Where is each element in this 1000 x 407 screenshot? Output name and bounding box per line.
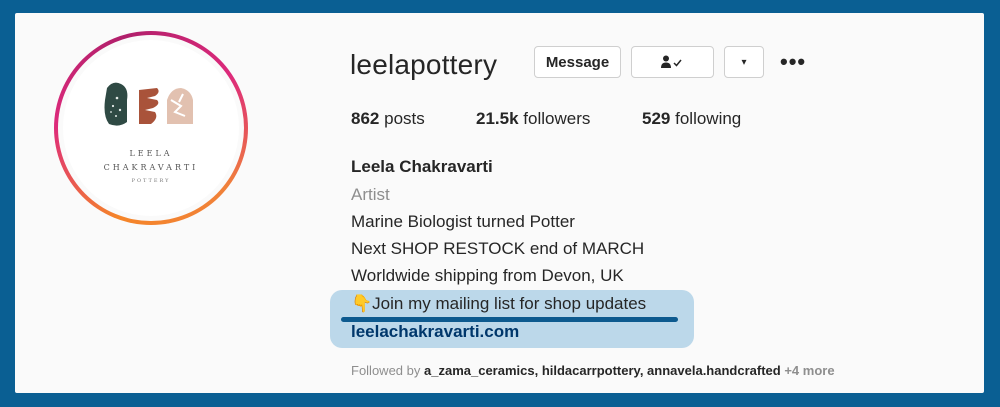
followed-by-more: +4 more xyxy=(784,363,835,378)
chevron-down-icon: ▾ xyxy=(741,56,747,68)
bio-category: Artist xyxy=(351,185,390,204)
logo-text-line1: LEELA xyxy=(129,149,173,158)
profile-username: leelapottery xyxy=(350,49,498,80)
posts-stat: 862 posts xyxy=(351,109,425,129)
suggestions-dropdown-button[interactable]: ▾ xyxy=(724,46,764,78)
profile-avatar[interactable]: LEELA CHAKRAVARTI POTTERY xyxy=(54,31,248,225)
person-check-icon xyxy=(660,55,682,68)
followed-by-names: a_zama_ceramics, hildacarrpottery, annav… xyxy=(424,363,781,378)
more-options-icon[interactable]: ••• xyxy=(780,49,806,75)
followers-count: 21.5k xyxy=(476,109,519,128)
followers-stat[interactable]: 21.5k followers xyxy=(476,109,590,129)
bio-line: Next SHOP RESTOCK end of MARCH xyxy=(351,239,645,258)
posts-label: posts xyxy=(384,109,425,128)
bio-website-link[interactable]: leelachakravarti.com xyxy=(351,322,519,342)
following-stat[interactable]: 529 following xyxy=(642,109,741,129)
followed-by-prefix: Followed by xyxy=(351,363,421,378)
logo-text-line2: CHAKRAVARTI xyxy=(103,163,199,172)
pottery-logo-icon xyxy=(104,82,193,126)
bio-full-name: Leela Chakravarti xyxy=(351,157,493,176)
followers-label: followers xyxy=(523,109,591,128)
bio-line: Marine Biologist turned Potter xyxy=(351,212,575,231)
message-button[interactable]: Message xyxy=(534,46,621,78)
logo-text-line3: POTTERY xyxy=(131,178,171,184)
bio-line: Worldwide shipping from Devon, UK xyxy=(351,266,624,285)
bio-mailing-list-line: 👇Join my mailing list for shop updates xyxy=(351,294,647,313)
following-count: 529 xyxy=(642,109,671,128)
followed-by[interactable]: Followed by a_zama_ceramics, hildacarrpo… xyxy=(351,363,835,378)
following-label: following xyxy=(675,109,742,128)
following-button[interactable] xyxy=(631,46,714,78)
profile-card: LEELA CHAKRAVARTI POTTERY leelapottery M… xyxy=(15,13,984,393)
posts-count: 862 xyxy=(351,109,380,128)
pottery-logo: LEELA CHAKRAVARTI POTTERY xyxy=(63,40,239,216)
